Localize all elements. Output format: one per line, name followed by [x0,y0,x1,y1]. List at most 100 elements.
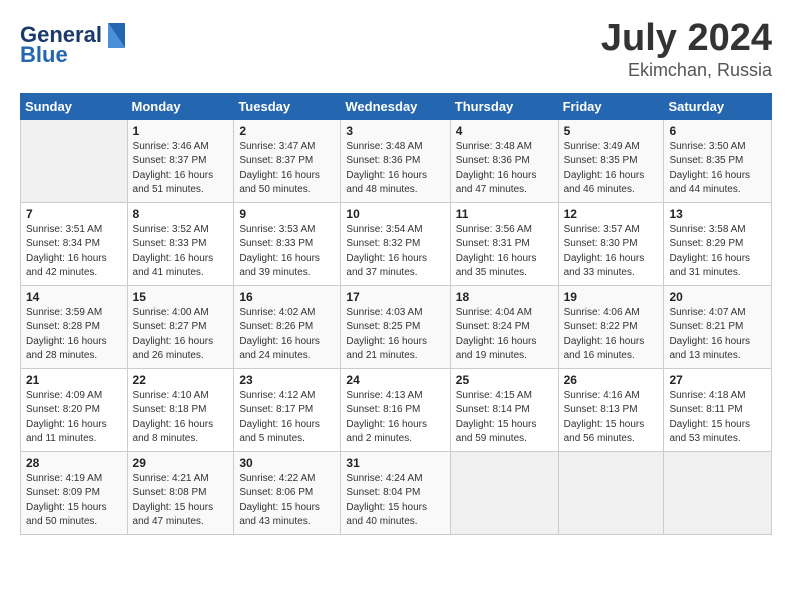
day-number: 18 [456,290,553,304]
calendar-day-header: Thursday [450,93,558,119]
calendar-cell: 6 Sunrise: 3:50 AM Sunset: 8:35 PM Daylig… [664,119,772,202]
calendar-table: SundayMondayTuesdayWednesdayThursdayFrid… [20,93,772,535]
day-info: Sunrise: 4:15 AM Sunset: 8:14 PM Dayligh… [456,389,553,447]
calendar-day-header: Friday [558,93,664,119]
calendar-cell: 11 Sunrise: 3:56 AM Sunset: 8:31 PM Dayli… [450,202,558,285]
day-info: Sunrise: 4:12 AM Sunset: 8:17 PM Dayligh… [239,389,335,447]
calendar-cell: 25 Sunrise: 4:15 AM Sunset: 8:14 PM Dayli… [450,368,558,451]
title-block: July 2024 Ekimchan, Russia [601,18,772,81]
calendar-cell: 12Sunrise: 3:57 AM Sunset: 8:30 PM Dayli… [558,202,664,285]
calendar-cell [450,451,558,534]
day-info: Sunrise: 4:18 AM Sunset: 8:11 PM Dayligh… [669,389,766,447]
day-number: 16 [239,290,335,304]
day-number: 4 [456,124,553,138]
day-info: Sunrise: 3:49 AM Sunset: 8:35 PM Dayligh… [564,140,659,198]
calendar-cell: 21 Sunrise: 4:09 AM Sunset: 8:20 PM Dayli… [21,368,128,451]
calendar-cell: 7Sunrise: 3:51 AM Sunset: 8:34 PM Daylig… [21,202,128,285]
day-info: Sunrise: 3:48 AM Sunset: 8:36 PM Dayligh… [346,140,444,198]
calendar-cell: 5 Sunrise: 3:49 AM Sunset: 8:35 PM Daylig… [558,119,664,202]
day-info: Sunrise: 3:59 AM Sunset: 8:28 PM Dayligh… [26,306,122,364]
day-number: 27 [669,373,766,387]
main-title: July 2024 [601,18,772,60]
day-info: Sunrise: 3:57 AM Sunset: 8:30 PM Dayligh… [564,223,659,281]
day-info: Sunrise: 3:56 AM Sunset: 8:31 PM Dayligh… [456,223,553,281]
calendar-cell: 19Sunrise: 4:06 AM Sunset: 8:22 PM Dayli… [558,285,664,368]
calendar-cell [664,451,772,534]
day-number: 24 [346,373,444,387]
calendar-cell: 10Sunrise: 3:54 AM Sunset: 8:32 PM Dayli… [341,202,450,285]
calendar-cell: 3Sunrise: 3:48 AM Sunset: 8:36 PM Daylig… [341,119,450,202]
subtitle: Ekimchan, Russia [601,60,772,81]
svg-text:Blue: Blue [20,42,68,67]
day-info: Sunrise: 3:54 AM Sunset: 8:32 PM Dayligh… [346,223,444,281]
day-info: Sunrise: 4:19 AM Sunset: 8:09 PM Dayligh… [26,472,122,530]
day-number: 17 [346,290,444,304]
calendar-cell: 22 Sunrise: 4:10 AM Sunset: 8:18 PM Dayli… [127,368,234,451]
calendar-cell: 4 Sunrise: 3:48 AM Sunset: 8:36 PM Daylig… [450,119,558,202]
day-info: Sunrise: 4:06 AM Sunset: 8:22 PM Dayligh… [564,306,659,364]
day-number: 28 [26,456,122,470]
calendar-day-header: Saturday [664,93,772,119]
calendar-cell: 17 Sunrise: 4:03 AM Sunset: 8:25 PM Dayli… [341,285,450,368]
day-info: Sunrise: 3:47 AM Sunset: 8:37 PM Dayligh… [239,140,335,198]
day-number: 20 [669,290,766,304]
day-number: 13 [669,207,766,221]
header: General Blue July 2024 Ekimchan, Russia [20,18,772,81]
calendar-week-row: 14 Sunrise: 3:59 AM Sunset: 8:28 PM Dayli… [21,285,772,368]
day-info: Sunrise: 4:02 AM Sunset: 8:26 PM Dayligh… [239,306,335,364]
calendar-cell: 31 Sunrise: 4:24 AM Sunset: 8:04 PM Dayli… [341,451,450,534]
day-info: Sunrise: 3:52 AM Sunset: 8:33 PM Dayligh… [133,223,229,281]
day-info: Sunrise: 3:48 AM Sunset: 8:36 PM Dayligh… [456,140,553,198]
page: General Blue July 2024 Ekimchan, Russia … [0,0,792,545]
calendar-cell: 8 Sunrise: 3:52 AM Sunset: 8:33 PM Daylig… [127,202,234,285]
calendar-cell: 9 Sunrise: 3:53 AM Sunset: 8:33 PM Daylig… [234,202,341,285]
day-number: 2 [239,124,335,138]
day-info: Sunrise: 3:51 AM Sunset: 8:34 PM Dayligh… [26,223,122,281]
day-number: 21 [26,373,122,387]
calendar-day-header: Wednesday [341,93,450,119]
day-number: 6 [669,124,766,138]
calendar-cell: 13 Sunrise: 3:58 AM Sunset: 8:29 PM Dayli… [664,202,772,285]
day-info: Sunrise: 4:10 AM Sunset: 8:18 PM Dayligh… [133,389,229,447]
calendar-cell: 16 Sunrise: 4:02 AM Sunset: 8:26 PM Dayli… [234,285,341,368]
day-number: 31 [346,456,444,470]
calendar-cell: 14 Sunrise: 3:59 AM Sunset: 8:28 PM Dayli… [21,285,128,368]
calendar-week-row: 7Sunrise: 3:51 AM Sunset: 8:34 PM Daylig… [21,202,772,285]
logo: General Blue [20,18,130,73]
day-info: Sunrise: 4:09 AM Sunset: 8:20 PM Dayligh… [26,389,122,447]
calendar-cell: 2 Sunrise: 3:47 AM Sunset: 8:37 PM Daylig… [234,119,341,202]
day-info: Sunrise: 4:21 AM Sunset: 8:08 PM Dayligh… [133,472,229,530]
day-number: 25 [456,373,553,387]
calendar-cell: 1 Sunrise: 3:46 AM Sunset: 8:37 PM Daylig… [127,119,234,202]
day-number: 15 [133,290,229,304]
day-info: Sunrise: 3:58 AM Sunset: 8:29 PM Dayligh… [669,223,766,281]
day-number: 1 [133,124,229,138]
day-number: 23 [239,373,335,387]
day-info: Sunrise: 4:00 AM Sunset: 8:27 PM Dayligh… [133,306,229,364]
day-number: 14 [26,290,122,304]
day-number: 29 [133,456,229,470]
calendar-cell [21,119,128,202]
calendar-cell: 20Sunrise: 4:07 AM Sunset: 8:21 PM Dayli… [664,285,772,368]
calendar-cell: 24Sunrise: 4:13 AM Sunset: 8:16 PM Dayli… [341,368,450,451]
logo-text: General Blue [20,18,130,73]
day-info: Sunrise: 3:50 AM Sunset: 8:35 PM Dayligh… [669,140,766,198]
day-info: Sunrise: 4:16 AM Sunset: 8:13 PM Dayligh… [564,389,659,447]
calendar-header-row: SundayMondayTuesdayWednesdayThursdayFrid… [21,93,772,119]
day-number: 22 [133,373,229,387]
calendar-day-header: Sunday [21,93,128,119]
day-info: Sunrise: 4:03 AM Sunset: 8:25 PM Dayligh… [346,306,444,364]
day-info: Sunrise: 3:53 AM Sunset: 8:33 PM Dayligh… [239,223,335,281]
calendar-week-row: 28 Sunrise: 4:19 AM Sunset: 8:09 PM Dayli… [21,451,772,534]
calendar-week-row: 1 Sunrise: 3:46 AM Sunset: 8:37 PM Daylig… [21,119,772,202]
day-info: Sunrise: 4:24 AM Sunset: 8:04 PM Dayligh… [346,472,444,530]
calendar-cell: 18Sunrise: 4:04 AM Sunset: 8:24 PM Dayli… [450,285,558,368]
day-number: 11 [456,207,553,221]
day-number: 8 [133,207,229,221]
calendar-cell: 15 Sunrise: 4:00 AM Sunset: 8:27 PM Dayli… [127,285,234,368]
calendar-cell: 30Sunrise: 4:22 AM Sunset: 8:06 PM Dayli… [234,451,341,534]
day-number: 9 [239,207,335,221]
day-number: 5 [564,124,659,138]
day-info: Sunrise: 3:46 AM Sunset: 8:37 PM Dayligh… [133,140,229,198]
calendar-week-row: 21 Sunrise: 4:09 AM Sunset: 8:20 PM Dayli… [21,368,772,451]
